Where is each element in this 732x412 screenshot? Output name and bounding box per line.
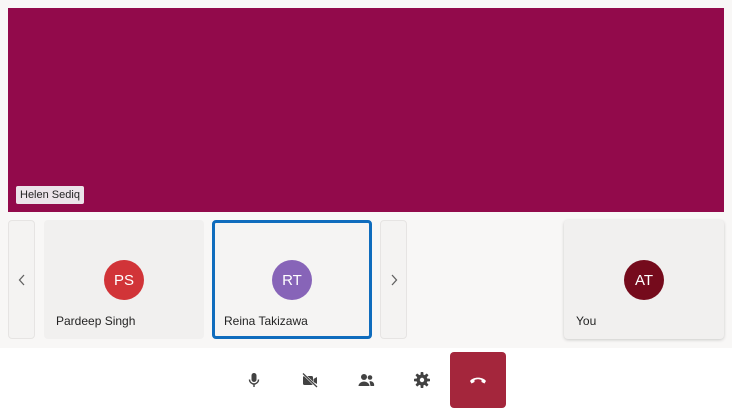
participants-button[interactable] (346, 356, 386, 404)
people-icon (358, 374, 375, 386)
participant-tile-reina-takizawa[interactable]: RT Reina Takizawa (212, 220, 372, 339)
participant-name: Reina Takizawa (224, 314, 308, 328)
stage-participant-name: Helen Sediq (16, 186, 84, 204)
call-controls-bar (0, 348, 732, 412)
self-name: You (576, 314, 597, 328)
microphone-icon (248, 373, 260, 387)
phone-hangup-icon (470, 377, 486, 384)
avatar: AT (624, 260, 664, 300)
previous-participants-button[interactable] (8, 220, 35, 339)
self-video-tile[interactable]: AT You (564, 220, 724, 339)
settings-button[interactable] (402, 356, 442, 404)
microphone-button[interactable] (234, 356, 274, 404)
camera-button[interactable] (290, 356, 330, 404)
avatar: RT (272, 260, 312, 300)
next-participants-button[interactable] (380, 220, 407, 339)
hang-up-button[interactable] (450, 352, 506, 408)
main-video-stage: Helen Sediq (8, 8, 724, 212)
participant-strip: PS Pardeep Singh RT Reina Takizawa AT Yo… (0, 212, 732, 348)
participant-name: Pardeep Singh (56, 314, 136, 328)
chevron-left-icon (18, 274, 24, 285)
gear-icon (414, 372, 430, 388)
participant-tile-pardeep-singh[interactable]: PS Pardeep Singh (44, 220, 204, 339)
avatar: PS (104, 260, 144, 300)
video-off-icon (302, 372, 318, 388)
chevron-right-icon (391, 274, 397, 285)
